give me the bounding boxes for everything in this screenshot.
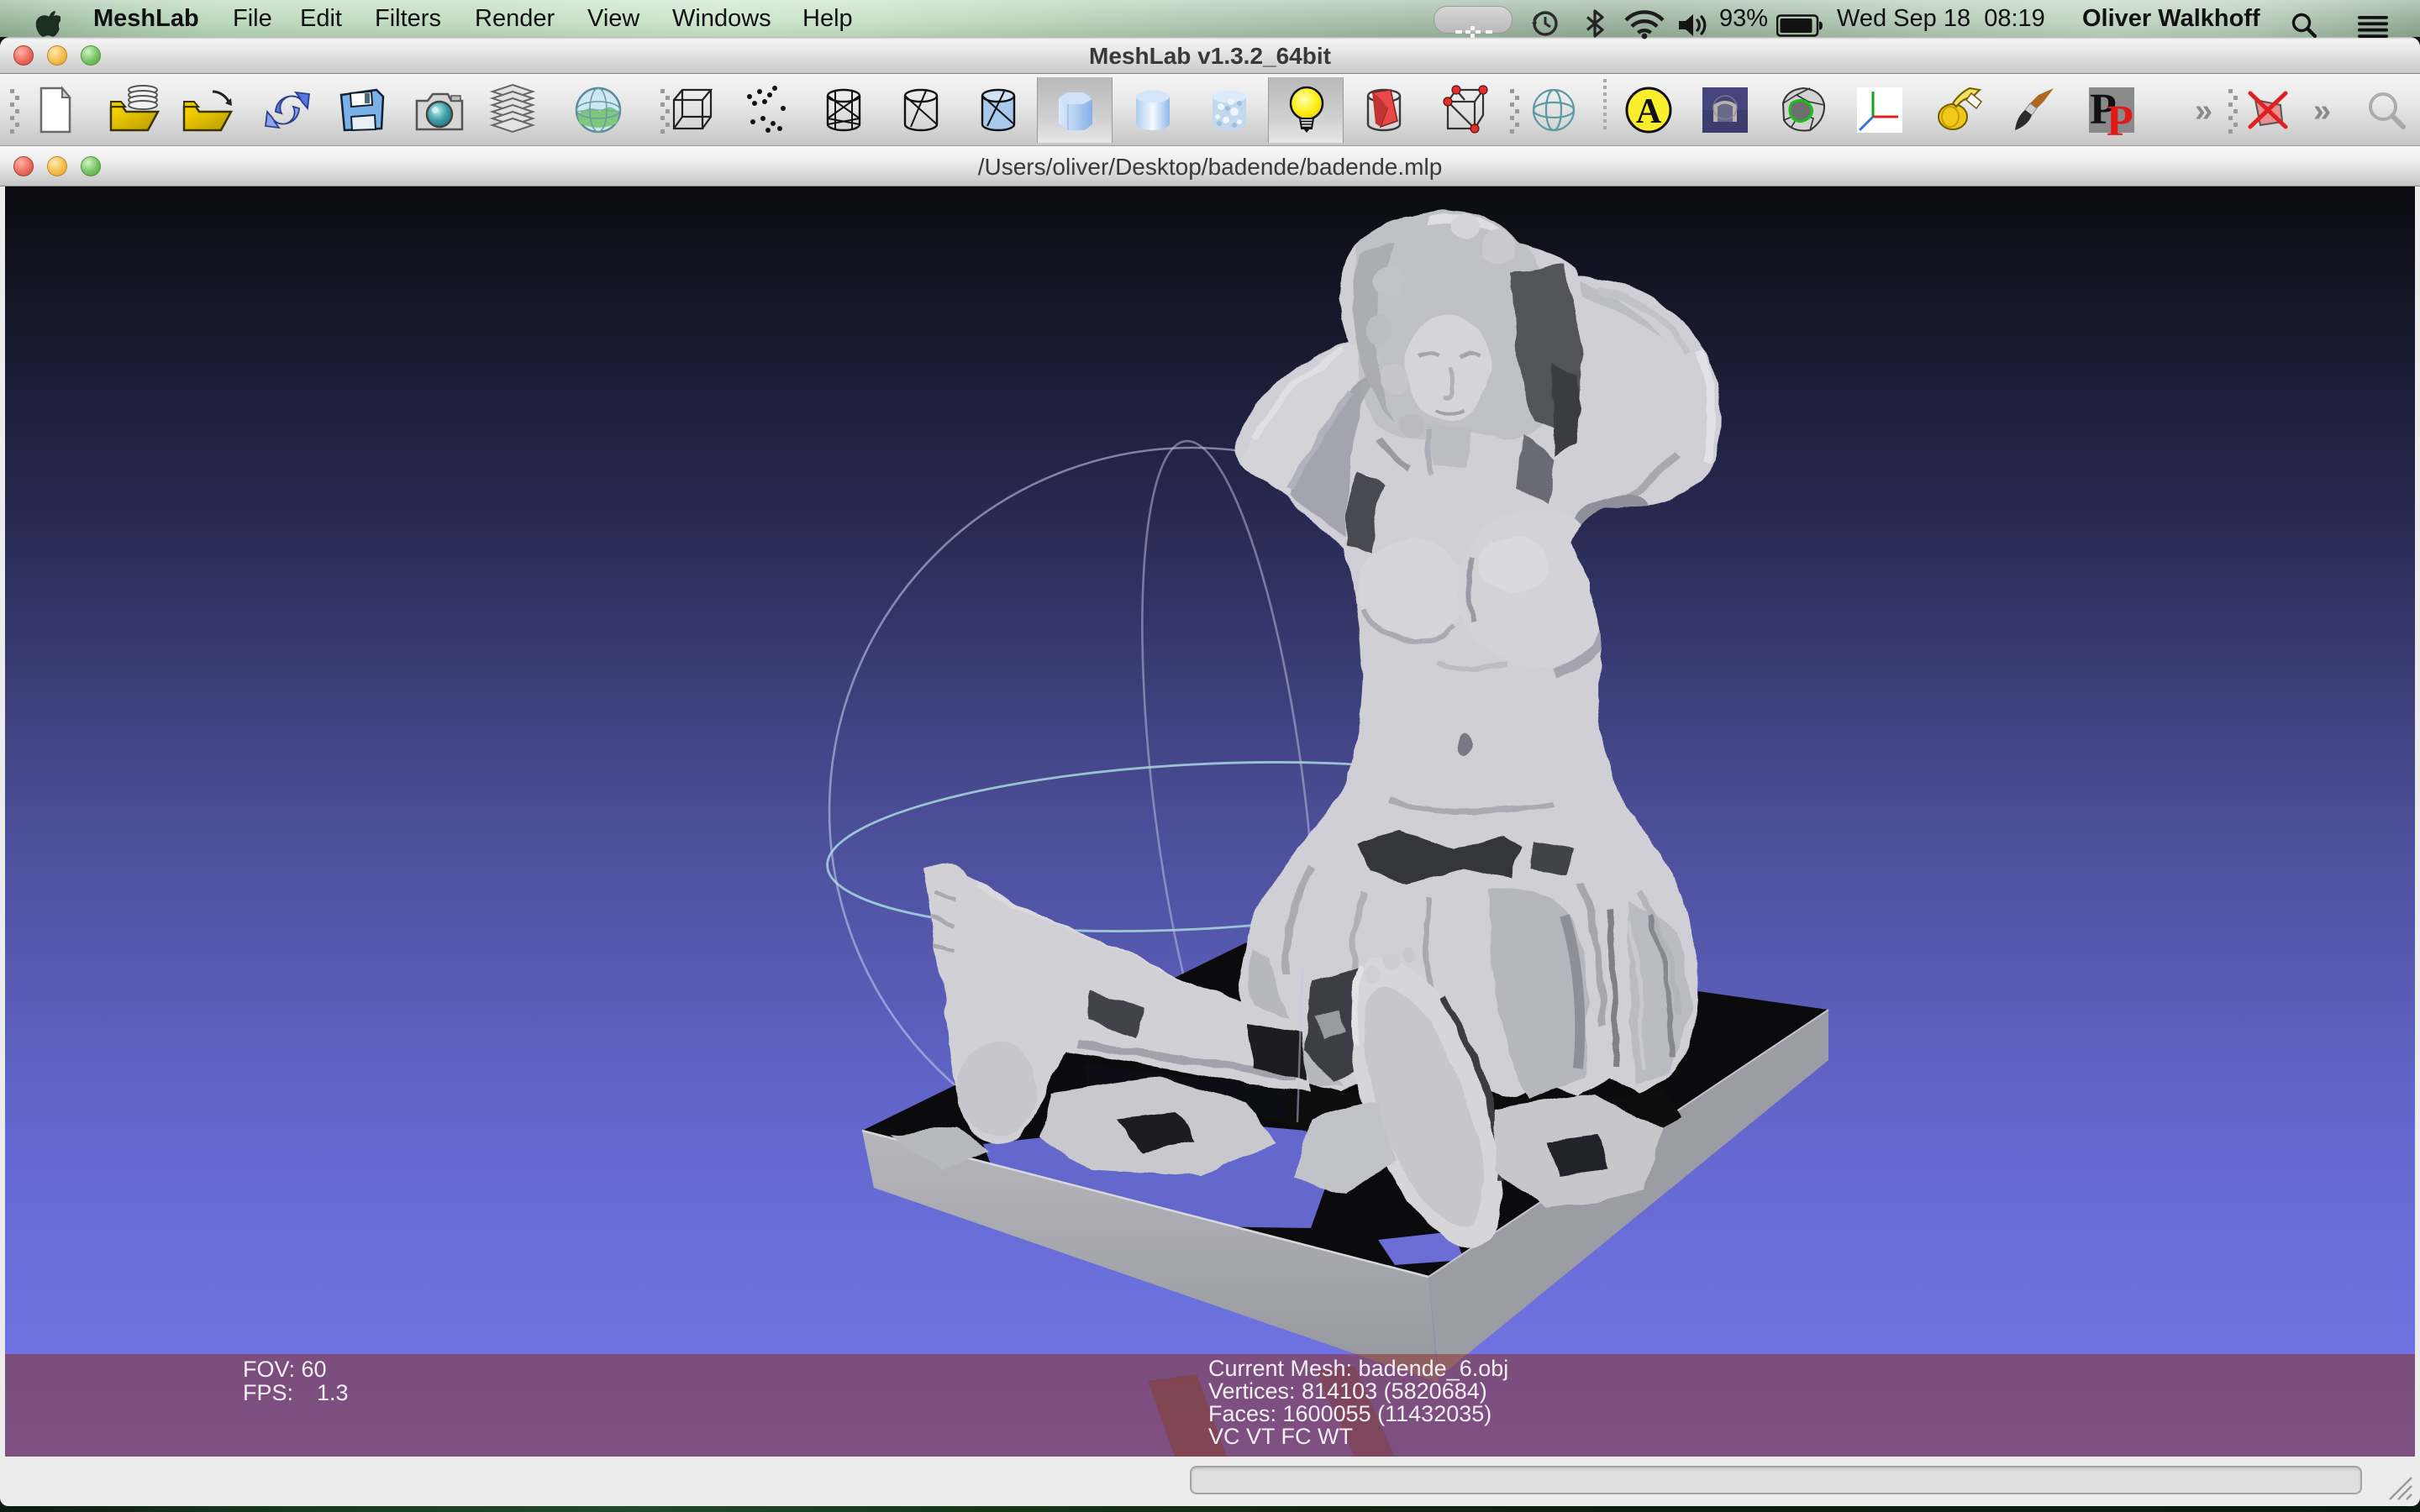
svg-text:FOV: 60: FOV: 60: [243, 1357, 327, 1382]
svg-text:»: »: [2313, 93, 2331, 129]
svg-text:P: P: [2107, 97, 2133, 145]
svg-text:1.3: 1.3: [317, 1380, 349, 1405]
svg-text:Vertices: 814103 (5820684): Vertices: 814103 (5820684): [1208, 1378, 1487, 1404]
svg-text:A: A: [1636, 92, 1662, 131]
svg-text:FPS:: FPS:: [243, 1380, 293, 1405]
svg-text:Current Mesh: badende_6.obj: Current Mesh: badende_6.obj: [1208, 1356, 1508, 1381]
svg-text:VC VT FC WT: VC VT FC WT: [1208, 1424, 1353, 1449]
svg-text:»: »: [2195, 93, 2212, 129]
svg-text:Faces: 1600055 (11432035): Faces: 1600055 (11432035): [1208, 1401, 1491, 1426]
